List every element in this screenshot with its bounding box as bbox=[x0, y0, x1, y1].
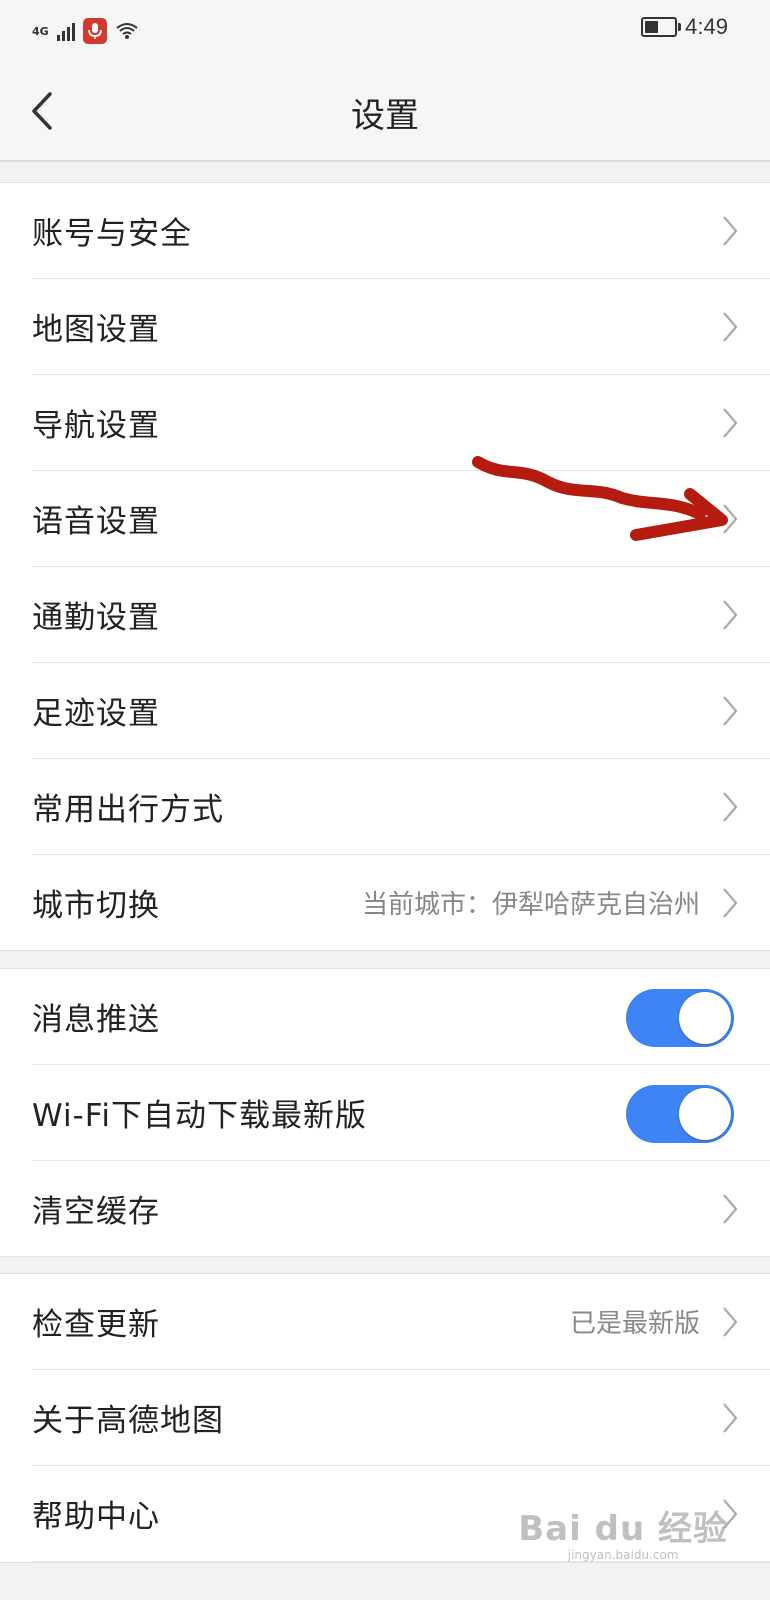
wifi-icon bbox=[116, 23, 138, 39]
chevron-right-icon bbox=[723, 408, 738, 438]
settings-item-map[interactable]: 地图设置 bbox=[32, 279, 770, 375]
clock: 4:49 bbox=[685, 14, 728, 39]
battery-level bbox=[645, 21, 659, 33]
settings-item-city-switch[interactable]: 城市切换 当前城市：伊犁哈萨克自治州 bbox=[32, 855, 770, 950]
toggle-knob bbox=[679, 1088, 731, 1140]
settings-item-push-messages: 消息推送 bbox=[32, 969, 770, 1065]
settings-item-wifi-auto-update: Wi-Fi下自动下载最新版 bbox=[32, 1065, 770, 1161]
item-label: 检查更新 bbox=[32, 1307, 160, 1343]
page-title: 设置 bbox=[351, 96, 419, 136]
settings-screen: 4G 4:49 设置 账号与安全 地图设置 导航设置 语音设置 通勤设置 足迹设… bbox=[0, 0, 770, 1600]
chevron-right-icon bbox=[723, 696, 738, 726]
chevron-right-icon bbox=[723, 216, 738, 246]
nav-header: 设置 bbox=[0, 62, 770, 162]
battery-icon bbox=[641, 17, 682, 37]
chevron-right-icon bbox=[723, 1403, 738, 1433]
settings-item-commute[interactable]: 通勤设置 bbox=[32, 567, 770, 663]
item-label: 帮助中心 bbox=[32, 1499, 160, 1535]
signal-icon bbox=[56, 21, 75, 41]
mic-icon bbox=[82, 18, 107, 44]
watermark-sub: jingyan.baidu.com bbox=[567, 1548, 679, 1562]
item-label: 通勤设置 bbox=[32, 600, 160, 636]
wifi-auto-update-toggle[interactable] bbox=[626, 1085, 734, 1143]
item-label: 账号与安全 bbox=[32, 216, 192, 252]
item-label: 常用出行方式 bbox=[32, 792, 224, 828]
status-left: 4G bbox=[32, 16, 139, 46]
current-city-value: 当前城市：伊犁哈萨克自治州 bbox=[361, 890, 700, 920]
settings-item-navigation[interactable]: 导航设置 bbox=[32, 375, 770, 471]
network-type: 4G bbox=[32, 24, 49, 38]
item-label: 导航设置 bbox=[32, 408, 160, 444]
settings-group-system: 消息推送 Wi-Fi下自动下载最新版 清空缓存 bbox=[0, 968, 770, 1257]
settings-group-general: 账号与安全 地图设置 导航设置 语音设置 通勤设置 足迹设置 常用出行方式 城市… bbox=[0, 182, 770, 951]
baidu-jingyan-watermark: Bai du 经验 jingyan.baidu.com bbox=[518, 1501, 728, 1562]
item-label: 足迹设置 bbox=[32, 696, 160, 732]
item-label: 城市切换 bbox=[32, 888, 160, 924]
chevron-right-icon bbox=[723, 312, 738, 342]
toggle-knob bbox=[679, 992, 731, 1044]
item-label: 消息推送 bbox=[32, 1002, 160, 1038]
item-label: 地图设置 bbox=[32, 312, 160, 348]
item-label: 语音设置 bbox=[32, 504, 160, 540]
item-label: Wi-Fi下自动下载最新版 bbox=[32, 1098, 367, 1134]
chevron-right-icon bbox=[723, 504, 738, 534]
update-status-value: 已是最新版 bbox=[569, 1309, 700, 1339]
status-right: 4:49 bbox=[641, 14, 728, 40]
chevron-right-icon bbox=[723, 792, 738, 822]
settings-item-clear-cache[interactable]: 清空缓存 bbox=[32, 1161, 770, 1256]
status-bar: 4G 4:49 bbox=[0, 0, 770, 62]
chevron-right-icon bbox=[723, 1194, 738, 1224]
chevron-right-icon bbox=[723, 888, 738, 918]
settings-item-check-update[interactable]: 检查更新 已是最新版 bbox=[32, 1274, 770, 1370]
settings-item-travel-mode[interactable]: 常用出行方式 bbox=[32, 759, 770, 855]
chevron-right-icon bbox=[723, 1307, 738, 1337]
settings-item-account-security[interactable]: 账号与安全 bbox=[32, 183, 770, 279]
watermark-main: Bai du 经验 bbox=[518, 1509, 728, 1549]
item-label: 关于高德地图 bbox=[32, 1403, 224, 1439]
push-messages-toggle[interactable] bbox=[626, 989, 734, 1047]
settings-item-about[interactable]: 关于高德地图 bbox=[32, 1370, 770, 1466]
settings-item-footprint[interactable]: 足迹设置 bbox=[32, 663, 770, 759]
settings-item-voice[interactable]: 语音设置 bbox=[32, 471, 770, 567]
chevron-right-icon bbox=[723, 600, 738, 630]
item-label: 清空缓存 bbox=[32, 1194, 160, 1230]
